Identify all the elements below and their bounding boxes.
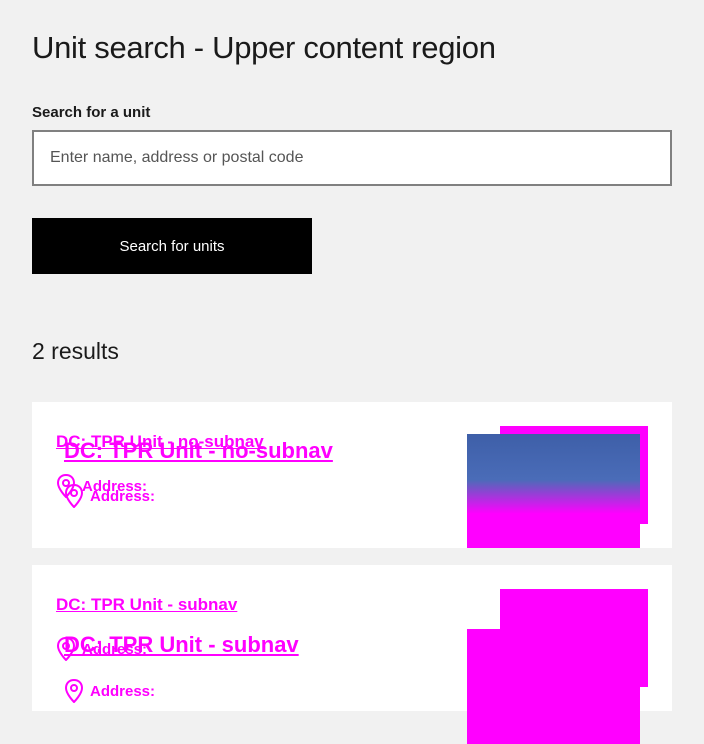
search-button[interactable]: Search for units (32, 218, 312, 274)
result-title-link[interactable]: DC: TPR Unit - subnav (56, 595, 237, 615)
results-count: 2 results (32, 338, 119, 364)
address-label: Address: (90, 682, 156, 700)
location-pin-icon (64, 679, 84, 703)
search-input[interactable] (32, 130, 672, 186)
address-label: Address: (82, 640, 148, 658)
address-label: Address: (90, 487, 156, 505)
location-pin-icon (64, 484, 84, 508)
result-card: DC: TPR Unit - no-subnav DC: TPR Unit - … (32, 402, 672, 548)
result-address: Address: (56, 637, 147, 661)
location-pin-icon (56, 637, 76, 661)
page-title: Unit search - Upper content region (32, 30, 496, 65)
search-label: Search for a unit (32, 104, 151, 121)
result-image (467, 629, 640, 744)
result-address: Address: (64, 679, 155, 703)
result-title-link[interactable]: DC: TPR Unit - no-subnav (64, 438, 333, 464)
result-image (467, 434, 640, 548)
result-address: Address: (64, 484, 155, 508)
